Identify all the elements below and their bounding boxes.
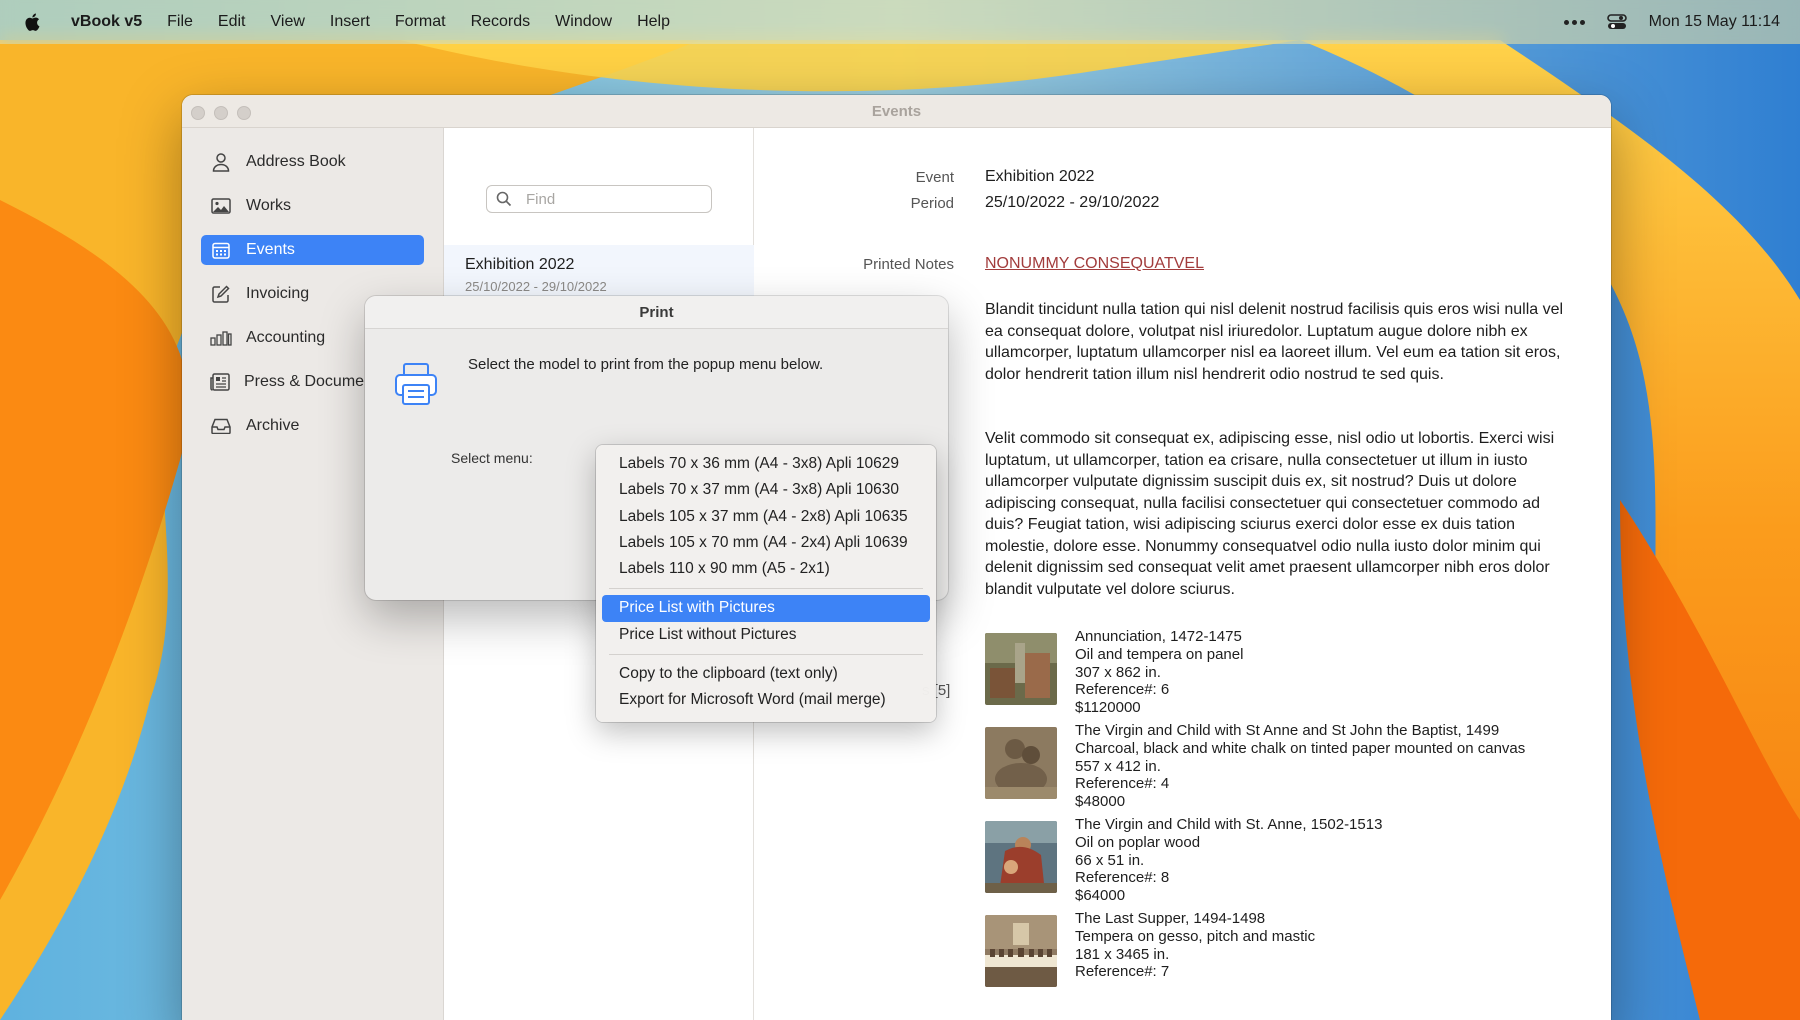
work-reference: Reference#: 8	[1075, 869, 1170, 887]
work-medium: Oil on poplar wood	[1075, 833, 1201, 851]
menu-window[interactable]: Window	[555, 13, 612, 31]
work-title: The Virgin and Child with St Anne and St…	[1075, 722, 1500, 739]
menu-item-labels-10635[interactable]: Labels 105 x 37 mm (A4 - 2x8) Apli 10635	[602, 504, 930, 530]
menu-insert[interactable]: Insert	[330, 13, 370, 31]
menu-edit[interactable]: Edit	[218, 13, 246, 31]
menu-help[interactable]: Help	[637, 13, 670, 31]
search-input[interactable]	[526, 190, 696, 208]
notes-paragraph-1: Blandit tincidunt nulla tation qui nisl …	[985, 301, 1564, 383]
photo-icon	[210, 196, 232, 216]
work-details: The Last Supper, 1494-1498 Tempera on ge…	[1075, 910, 1315, 981]
newspaper-icon	[210, 372, 230, 392]
menu-item-labels-10639[interactable]: Labels 105 x 70 mm (A4 - 2x4) Apli 10639	[602, 530, 930, 556]
menu-item-labels-10630[interactable]: Labels 70 x 37 mm (A4 - 3x8) Apli 10630	[602, 477, 930, 503]
window-title: Events	[871, 103, 922, 120]
work-size: 307 x 862 in.	[1075, 663, 1161, 681]
work-title: The Last Supper, 1494-1498	[1075, 910, 1266, 927]
close-window-button[interactable]	[191, 106, 205, 120]
clock[interactable]: Mon 15 May 11:14	[1649, 13, 1780, 31]
work-price: $64000	[1075, 887, 1126, 905]
window-titlebar: Events	[182, 95, 1611, 128]
print-model-popup-menu[interactable]: Labels 70 x 36 mm (A4 - 3x8) Apli 10629 …	[596, 445, 936, 722]
printed-notes-link[interactable]: NONUMMY CONSEQUATVEL	[985, 255, 1204, 273]
event-value: Exhibition 2022	[985, 168, 1095, 185]
menu-view[interactable]: View	[271, 13, 305, 31]
search-icon	[496, 191, 512, 207]
sidebar-item-label: Invoicing	[246, 285, 310, 302]
notes-paragraph-2: Velit commodo sit consequat ex, adipisci…	[985, 430, 1555, 598]
period-value: 25/10/2022 - 29/10/2022	[985, 194, 1160, 211]
list-item[interactable]: Exhibition 2022 25/10/2022 - 29/10/2022	[444, 245, 754, 301]
work-medium: Tempera on gesso, pitch and mastic	[1075, 927, 1316, 945]
work-details: The Virgin and Child with St. Anne, 1502…	[1075, 816, 1382, 905]
printed-notes-label: Printed Notes	[863, 256, 954, 273]
menu-file[interactable]: File	[167, 13, 193, 31]
minimize-window-button[interactable]	[214, 106, 228, 120]
menu-separator	[609, 654, 923, 656]
menu-item-export-word[interactable]: Export for Microsoft Word (mail merge)	[602, 687, 930, 713]
work-price: $1120000	[1075, 699, 1141, 717]
tray-icon	[210, 416, 232, 436]
work-size: 66 x 51 in.	[1075, 851, 1145, 869]
menu-item-copy-clipboard[interactable]: Copy to the clipboard (text only)	[602, 661, 930, 687]
control-center-icon[interactable]	[1606, 14, 1627, 30]
artwork-thumbnail	[985, 821, 1057, 893]
more-icon[interactable]	[1563, 19, 1585, 25]
sidebar-item-label: Archive	[246, 417, 300, 434]
sidebar-item-press-documents[interactable]: Press & Documents	[201, 367, 371, 397]
menu-app-name[interactable]: vBook v5	[71, 13, 142, 31]
search-field[interactable]	[486, 185, 712, 213]
work-reference: Reference#: 4	[1075, 775, 1170, 793]
sidebar-item-label: Accounting	[246, 329, 326, 346]
work-title: The Virgin and Child with St. Anne, 1502…	[1075, 816, 1383, 833]
work-item[interactable]: Annunciation, 1472-1475 Oil and tempera …	[985, 628, 1585, 716]
work-medium: Charcoal, black and white chalk on tinte…	[1075, 739, 1526, 757]
work-item[interactable]: The Virgin and Child with St. Anne, 1502…	[985, 816, 1585, 904]
list-item-title: Exhibition 2022	[465, 256, 575, 273]
sidebar-item-address-book[interactable]: Address Book	[201, 147, 424, 177]
work-size: 181 x 3465 in.	[1075, 945, 1170, 963]
artwork-thumbnail	[985, 633, 1057, 705]
work-medium: Oil and tempera on panel	[1075, 645, 1244, 663]
sidebar-item-label: Works	[246, 197, 292, 214]
menu-item-labels-10629[interactable]: Labels 70 x 36 mm (A4 - 3x8) Apli 10629	[602, 451, 930, 477]
menu-separator	[609, 588, 923, 590]
calendar-icon	[210, 240, 232, 260]
apple-logo-icon[interactable]	[23, 12, 41, 32]
sidebar-item-label: Address Book	[246, 153, 346, 170]
printer-icon	[395, 363, 437, 405]
artwork-thumbnail	[985, 915, 1057, 987]
work-title: Annunciation, 1472-1475	[1075, 628, 1242, 645]
menu-item-price-list-without-pictures[interactable]: Price List without Pictures	[602, 622, 930, 648]
menu-bar: vBook v5 File Edit View Insert Format Re…	[0, 0, 1800, 44]
work-item[interactable]: The Last Supper, 1494-1498 Tempera on ge…	[985, 910, 1585, 997]
event-label: Event	[915, 169, 954, 186]
sidebar-item-label: Press & Documents	[244, 373, 371, 390]
menu-records[interactable]: Records	[471, 13, 531, 31]
list-item-subtitle: 25/10/2022 - 29/10/2022	[465, 279, 607, 294]
sidebar-item-events[interactable]: Events	[201, 235, 424, 265]
zoom-window-button[interactable]	[237, 106, 251, 120]
sidebar-item-works[interactable]: Works	[201, 191, 424, 221]
period-label: Period	[910, 195, 954, 212]
menu-format[interactable]: Format	[395, 13, 446, 31]
artwork-thumbnail	[985, 727, 1057, 799]
menu-item-price-list-with-pictures[interactable]: Price List with Pictures	[602, 595, 930, 622]
work-reference: Reference#: 6	[1075, 681, 1170, 699]
work-details: The Virgin and Child with St Anne and St…	[1075, 722, 1525, 811]
work-size: 557 x 412 in.	[1075, 757, 1161, 775]
edit-icon	[210, 284, 232, 304]
work-reference: Reference#: 7	[1075, 963, 1170, 981]
sidebar-item-label: Events	[246, 241, 295, 258]
work-item[interactable]: The Virgin and Child with St Anne and St…	[985, 722, 1585, 810]
select-menu-label: Select menu:	[451, 450, 533, 466]
dialog-title: Print	[365, 296, 948, 329]
work-price: $48000	[1075, 793, 1126, 811]
dialog-message: Select the model to print from the popup…	[468, 356, 824, 373]
bar-chart-icon	[210, 328, 232, 348]
person-icon	[210, 152, 232, 172]
menu-item-labels-a5[interactable]: Labels 110 x 90 mm (A5 - 2x1)	[602, 556, 930, 582]
work-details: Annunciation, 1472-1475 Oil and tempera …	[1075, 628, 1243, 717]
